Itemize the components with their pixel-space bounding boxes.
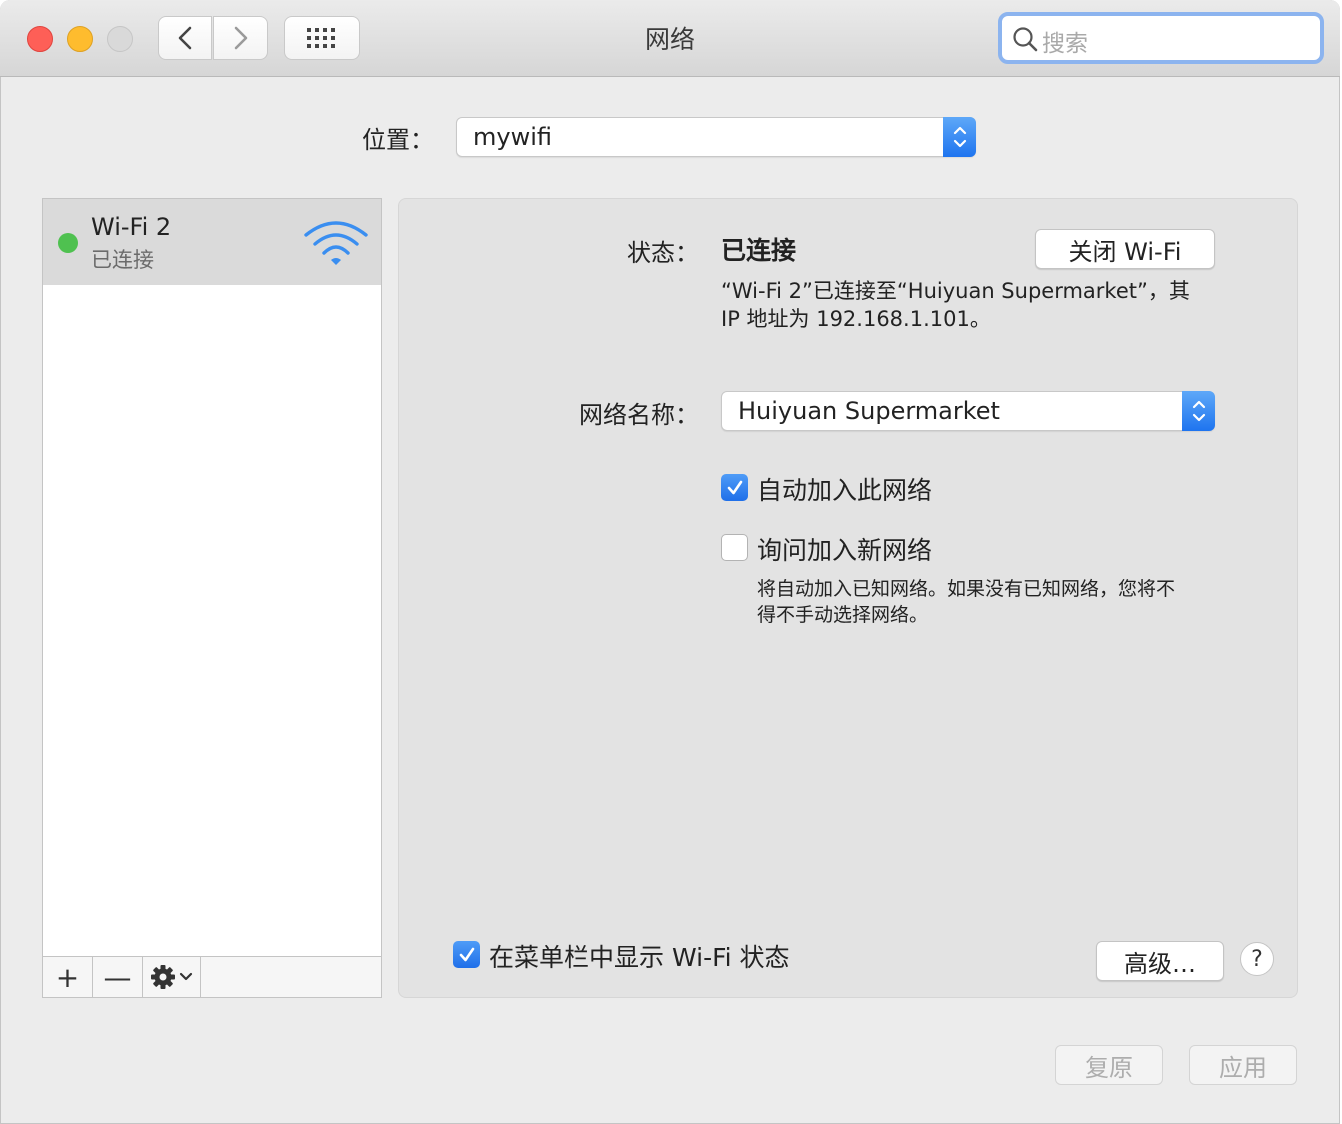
help-button[interactable]: ? xyxy=(1240,942,1274,976)
service-toolbar: + — xyxy=(43,956,381,997)
revert-button[interactable]: 复原 xyxy=(1055,1045,1163,1085)
ask-join-checkbox[interactable] xyxy=(721,534,748,561)
grid-icon xyxy=(307,28,335,48)
wifi-detail-panel: 状态： 已连接 关闭 Wi-Fi “Wi-Fi 2”已连接至“Huiyuan S… xyxy=(398,198,1298,998)
show-in-menubar-label: 在菜单栏中显示 Wi-Fi 状态 xyxy=(489,943,790,972)
network-preferences-window: 网络 搜索 位置： mywifi Wi-Fi 2 已连接 + — 状态： 已连接… xyxy=(0,0,1340,1124)
chevron-left-icon xyxy=(178,26,192,50)
chevron-right-icon xyxy=(234,26,247,50)
zoom-window-button[interactable] xyxy=(107,26,133,52)
window-title: 网络 xyxy=(644,25,695,54)
advanced-button[interactable]: 高级… xyxy=(1096,941,1224,981)
location-value: mywifi xyxy=(473,123,552,151)
location-select[interactable]: mywifi xyxy=(456,117,976,157)
service-list: Wi-Fi 2 已连接 + — xyxy=(42,198,382,998)
wifi-icon xyxy=(304,221,368,265)
checkmark-icon xyxy=(727,480,742,494)
status-label: 状态： xyxy=(627,239,699,267)
service-item-wifi-2[interactable]: Wi-Fi 2 已连接 xyxy=(43,199,381,285)
status-value: 已连接 xyxy=(721,236,797,265)
status-description-line2: IP 地址为 192.168.1.101。 xyxy=(721,307,991,331)
connected-status-dot xyxy=(58,233,78,253)
gear-icon xyxy=(150,965,192,989)
status-description-line1: “Wi-Fi 2”已连接至“Huiyuan Supermarket”，其 xyxy=(721,279,1190,303)
turn-off-wifi-button[interactable]: 关闭 Wi-Fi xyxy=(1035,229,1215,269)
updown-chevron-icon xyxy=(1182,391,1215,431)
add-service-button[interactable]: + xyxy=(43,957,93,997)
location-label: 位置： xyxy=(362,126,434,154)
auto-join-checkbox[interactable] xyxy=(721,474,748,501)
show-all-button[interactable] xyxy=(284,16,360,60)
service-name: Wi-Fi 2 xyxy=(91,213,172,241)
service-status: 已连接 xyxy=(91,248,154,272)
search-placeholder: 搜索 xyxy=(1042,31,1088,57)
remove-service-button[interactable]: — xyxy=(93,957,143,997)
checkmark-icon xyxy=(459,947,474,961)
title-bar: 网络 搜索 xyxy=(0,0,1340,77)
apply-button[interactable]: 应用 xyxy=(1189,1045,1297,1085)
show-in-menubar-checkbox[interactable] xyxy=(453,941,480,968)
updown-chevron-icon xyxy=(943,117,976,157)
search-icon xyxy=(1013,27,1038,52)
service-actions-button[interactable] xyxy=(143,957,201,997)
back-button[interactable] xyxy=(158,16,212,60)
search-field[interactable]: 搜索 xyxy=(998,12,1324,64)
network-name-select[interactable]: Huiyuan Supermarket xyxy=(721,391,1215,431)
auto-join-label: 自动加入此网络 xyxy=(757,476,933,505)
network-name-label: 网络名称： xyxy=(579,401,699,429)
close-window-button[interactable] xyxy=(27,26,53,52)
ask-join-description-line1: 将自动加入已知网络。如果没有已知网络，您将不 xyxy=(757,578,1176,600)
ask-join-label: 询问加入新网络 xyxy=(757,536,933,565)
network-name-value: Huiyuan Supermarket xyxy=(738,397,1000,425)
minimize-window-button[interactable] xyxy=(67,26,93,52)
ask-join-description-line2: 得不手动选择网络。 xyxy=(757,604,929,626)
forward-button[interactable] xyxy=(213,16,268,60)
